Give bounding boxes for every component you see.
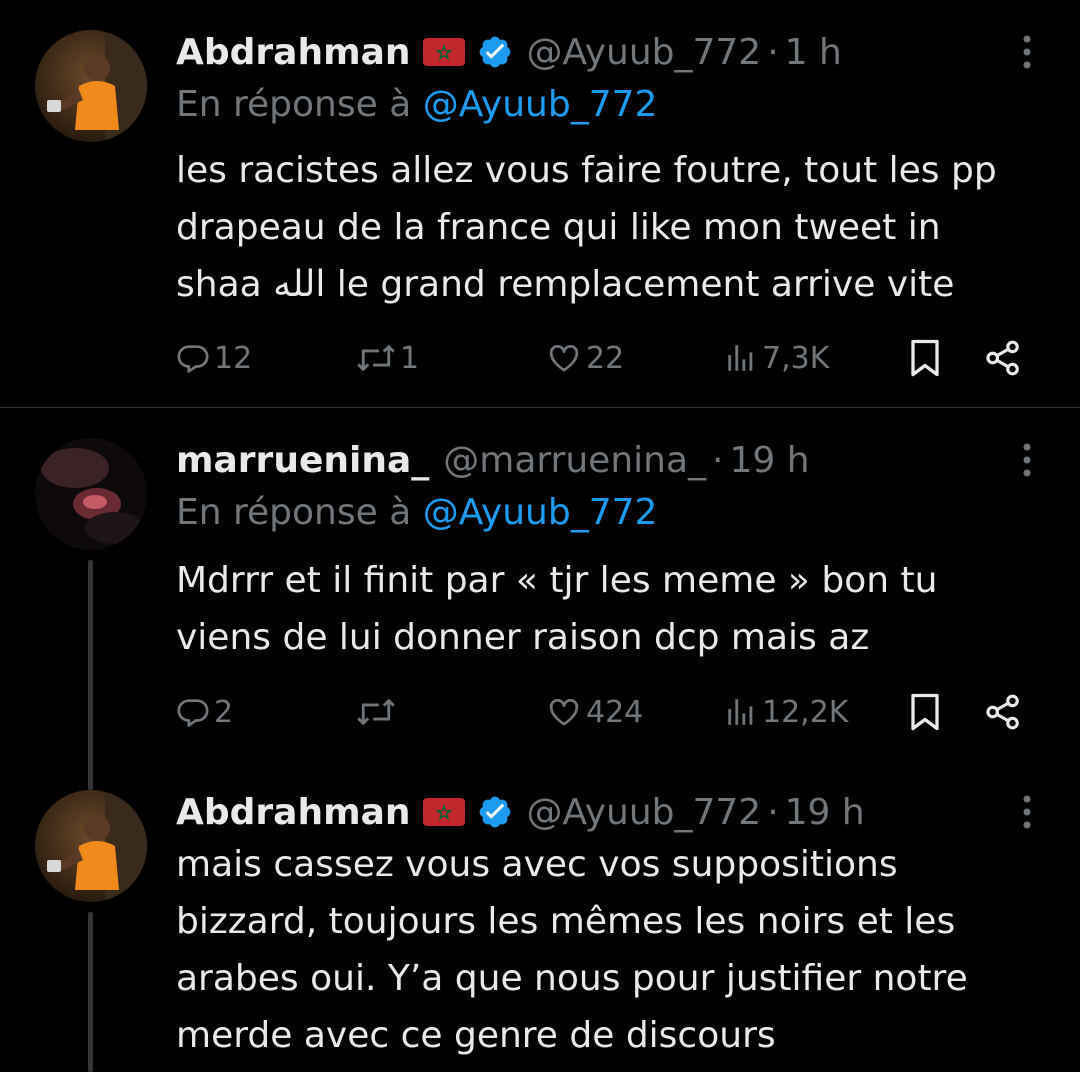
tweet-text-line: bizzard, toujours les mêmes les noirs et… — [176, 901, 956, 942]
user-handle[interactable]: @Ayuub_772 — [527, 32, 762, 73]
tweet-text-line: merde avec ce genre de discours — [176, 1015, 776, 1056]
more-options-icon[interactable] — [1020, 792, 1034, 832]
morocco-flag-icon — [422, 38, 465, 66]
views-icon — [728, 699, 753, 725]
timestamp[interactable]: 1 h — [785, 32, 842, 73]
reply-count: 2 — [214, 694, 234, 730]
verified-badge-icon[interactable] — [477, 34, 513, 70]
tweet-3[interactable]: Abdrahman @Ayuub_772 · 19 h mais cassez … — [0, 778, 1080, 1072]
tweet-text-line: Mdrrr et il finit par « tjr les meme » b… — [176, 560, 938, 601]
share-icon — [986, 694, 1019, 730]
retweet-count: 1 — [400, 340, 420, 376]
timestamp[interactable]: 19 h — [729, 440, 809, 481]
separator-dot: · — [767, 31, 779, 73]
reply-button[interactable]: 2 — [176, 688, 233, 736]
retweet-icon — [357, 699, 395, 725]
verified-badge-icon[interactable] — [477, 794, 513, 830]
tweet-1[interactable]: Abdrahman @Ayuub_772 · 1 h En réponse à … — [0, 0, 1080, 408]
heart-icon — [549, 344, 579, 372]
like-button[interactable]: 22 — [546, 334, 624, 382]
tweet-text: les racistes allez vous faire foutre, to… — [176, 142, 1046, 313]
tweet-text-line: mais cassez vous avec vos suppositions — [176, 844, 898, 885]
action-bar: 2 424 12,2K — [176, 688, 1036, 736]
reply-button[interactable]: 12 — [176, 334, 252, 382]
thread-line — [88, 912, 93, 1072]
reply-mention-link[interactable]: @Ayuub_772 — [423, 492, 658, 533]
reply-mention-link[interactable]: @Ayuub_772 — [423, 84, 658, 125]
retweet-icon — [357, 345, 395, 371]
tweet-text-line: arabes oui. Y’a que nous pour justifier … — [176, 958, 968, 999]
avatar[interactable] — [35, 790, 147, 902]
reply-prefix: En réponse à — [176, 84, 412, 125]
user-handle[interactable]: @Ayuub_772 — [527, 792, 762, 833]
more-options-icon[interactable] — [1020, 32, 1034, 72]
bookmark-icon — [911, 693, 939, 731]
reply-context: En réponse à @Ayuub_772 — [176, 84, 657, 125]
retweet-button[interactable]: 1 — [356, 334, 419, 382]
views-button[interactable]: 12,2K — [724, 688, 848, 736]
avatar[interactable] — [35, 30, 147, 142]
views-button[interactable]: 7,3K — [724, 334, 829, 382]
tweet-text-line: les racistes allez vous faire foutre, to… — [176, 150, 997, 191]
tweet-text-line: drapeau de la france qui like mon tweet … — [176, 207, 941, 248]
reply-context: En réponse à @Ayuub_772 — [176, 492, 657, 533]
tweet-text: mais cassez vous avec vos suppositions b… — [176, 836, 1046, 1064]
user-handle[interactable]: @marruenina_ — [443, 440, 706, 481]
separator-dot: · — [767, 791, 779, 833]
like-count: 424 — [586, 694, 644, 730]
share-button[interactable] — [984, 688, 1022, 736]
heart-icon — [549, 698, 579, 726]
reply-icon — [177, 699, 209, 727]
display-name[interactable]: Abdrahman — [176, 32, 411, 73]
tweet-text: Mdrrr et il finit par « tjr les meme » b… — [176, 552, 1046, 666]
bookmark-icon — [911, 339, 939, 377]
thread-line — [88, 560, 93, 790]
more-options-icon[interactable] — [1020, 440, 1034, 480]
separator-dot: · — [712, 439, 724, 481]
avatar[interactable] — [35, 438, 147, 550]
share-button[interactable] — [984, 334, 1022, 382]
retweet-button[interactable] — [356, 688, 400, 736]
display-name[interactable]: marruenina_ — [176, 440, 429, 481]
display-name[interactable]: Abdrahman — [176, 792, 411, 833]
reply-count: 12 — [214, 340, 253, 376]
like-count: 22 — [586, 340, 625, 376]
views-icon — [728, 345, 753, 371]
reply-prefix: En réponse à — [176, 492, 412, 533]
like-button[interactable]: 424 — [546, 688, 643, 736]
action-bar: 12 1 22 7,3K — [176, 334, 1036, 382]
tweet-header: marruenina_ @marruenina_ · 19 h — [176, 436, 810, 484]
tweet-text-line: viens de lui donner raison dcp mais az — [176, 617, 870, 658]
reply-icon — [177, 345, 209, 373]
tweet-2[interactable]: marruenina_ @marruenina_ · 19 h En répon… — [0, 408, 1080, 790]
tweet-header: Abdrahman @Ayuub_772 · 19 h — [176, 788, 865, 836]
tweet-header: Abdrahman @Ayuub_772 · 1 h — [176, 28, 842, 76]
share-icon — [986, 340, 1019, 376]
bookmark-button[interactable] — [910, 334, 940, 382]
views-count: 12,2K — [762, 694, 849, 730]
morocco-flag-icon — [422, 798, 465, 826]
bookmark-button[interactable] — [910, 688, 940, 736]
tweet-text-line: shaa الله le grand remplacement arrive v… — [176, 264, 955, 305]
timestamp[interactable]: 19 h — [785, 792, 865, 833]
views-count: 7,3K — [762, 340, 830, 376]
